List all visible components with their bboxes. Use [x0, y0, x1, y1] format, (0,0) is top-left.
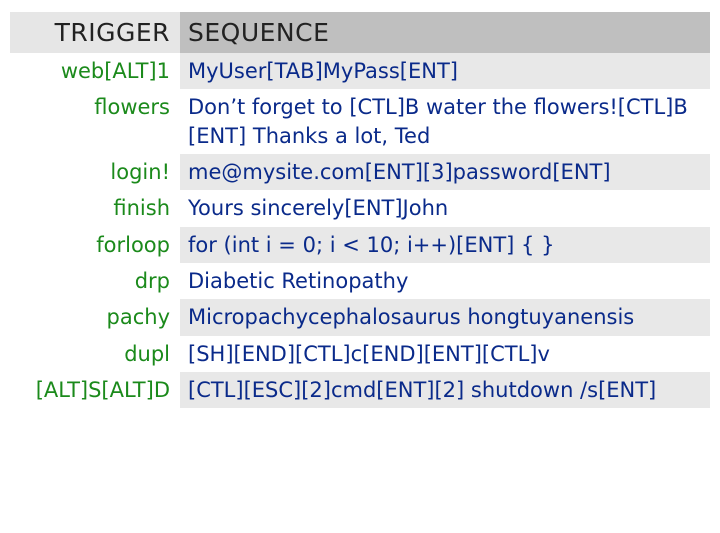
trigger-cell: [ALT]S[ALT]D [10, 372, 180, 408]
table-row: forloop for (int i = 0; i < 10; i++)[ENT… [10, 227, 710, 263]
table-row: login! me@mysite.com[ENT][3]password[ENT… [10, 154, 710, 190]
table-body: web[ALT]1 MyUser[TAB]MyPass[ENT] flowers… [10, 53, 710, 408]
trigger-cell: pachy [10, 299, 180, 335]
trigger-cell: dupl [10, 336, 180, 372]
sequence-cell: [SH][END][CTL]c[END][ENT][CTL]v [180, 336, 710, 372]
sequence-cell: me@mysite.com[ENT][3]password[ENT] [180, 154, 710, 190]
table-row: pachy Micropachycephalosaurus hongtuyane… [10, 299, 710, 335]
sequence-cell: [CTL][ESC][2]cmd[ENT][2] shutdown /s[ENT… [180, 372, 710, 408]
header-trigger: TRIGGER [10, 12, 180, 53]
trigger-cell: forloop [10, 227, 180, 263]
table-row: dupl [SH][END][CTL]c[END][ENT][CTL]v [10, 336, 710, 372]
sequence-cell: Diabetic Retinopathy [180, 263, 710, 299]
table-row: drp Diabetic Retinopathy [10, 263, 710, 299]
sequence-cell: Don’t forget to [CTL]B water the flowers… [180, 89, 710, 154]
sequence-cell: Micropachycephalosaurus hongtuyanensis [180, 299, 710, 335]
trigger-cell: finish [10, 190, 180, 226]
page: TRIGGER SEQUENCE web[ALT]1 MyUser[TAB]My… [0, 0, 720, 533]
trigger-cell: login! [10, 154, 180, 190]
table-row: [ALT]S[ALT]D [CTL][ESC][2]cmd[ENT][2] sh… [10, 372, 710, 408]
sequence-cell: for (int i = 0; i < 10; i++)[ENT] { } [180, 227, 710, 263]
header-row: TRIGGER SEQUENCE [10, 12, 710, 53]
header-sequence: SEQUENCE [180, 12, 710, 53]
shortcut-table: TRIGGER SEQUENCE web[ALT]1 MyUser[TAB]My… [10, 12, 710, 408]
table-row: flowers Don’t forget to [CTL]B water the… [10, 89, 710, 154]
trigger-cell: flowers [10, 89, 180, 154]
sequence-cell: Yours sincerely[ENT]John [180, 190, 710, 226]
trigger-cell: web[ALT]1 [10, 53, 180, 89]
table-row: web[ALT]1 MyUser[TAB]MyPass[ENT] [10, 53, 710, 89]
sequence-cell: MyUser[TAB]MyPass[ENT] [180, 53, 710, 89]
trigger-cell: drp [10, 263, 180, 299]
table-row: finish Yours sincerely[ENT]John [10, 190, 710, 226]
